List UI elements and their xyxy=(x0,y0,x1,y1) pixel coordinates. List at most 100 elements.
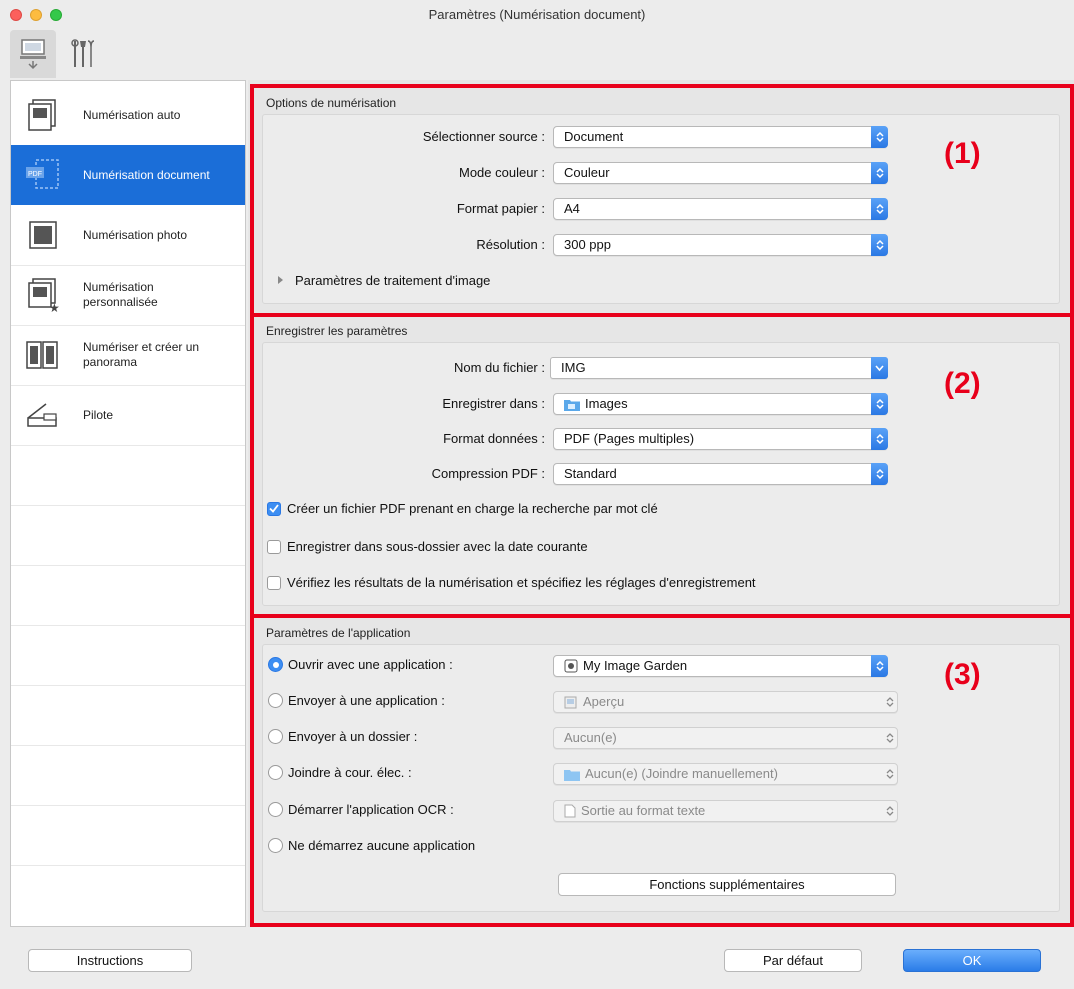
send-to-folder-value: Aucun(e) xyxy=(564,730,617,745)
updown-arrow-icon xyxy=(871,655,888,677)
folder-icon xyxy=(564,400,580,411)
filename-combo[interactable]: IMG xyxy=(550,357,888,379)
tab-scan-from-computer[interactable] xyxy=(10,30,56,78)
updown-arrow-icon xyxy=(871,428,888,450)
folder-icon xyxy=(564,770,580,781)
driver-icon xyxy=(21,395,65,435)
tab-general-settings[interactable] xyxy=(60,30,106,78)
image-garden-app-icon xyxy=(564,659,578,673)
sidebar-item-panorama[interactable]: Numériser et créer un panorama xyxy=(11,325,245,385)
sidebar-item-custom-scan[interactable]: ★ Numérisation personnalisée xyxy=(11,265,245,325)
checkmark-icon xyxy=(267,501,281,516)
title-bar: Paramètres (Numérisation document) xyxy=(0,0,1074,30)
zoom-window-button[interactable] xyxy=(50,9,62,21)
save-in-value: Images xyxy=(585,396,628,411)
start-ocr-radio[interactable]: Démarrer l'application OCR : xyxy=(268,802,454,817)
sidebar-item-document-scan[interactable]: PDF Numérisation document xyxy=(11,145,245,205)
section-title-application-settings: Paramètres de l'application xyxy=(266,626,411,640)
save-in-select[interactable]: Images xyxy=(553,393,888,415)
updown-arrow-icon xyxy=(881,763,898,785)
close-window-button[interactable] xyxy=(10,9,22,21)
send-to-folder-radio[interactable]: Envoyer à un dossier : xyxy=(268,729,417,744)
send-to-app-radio[interactable]: Envoyer à une application : xyxy=(268,693,445,708)
start-ocr-select[interactable]: Sortie au format texte xyxy=(553,800,898,822)
section-number-3: (3) xyxy=(944,658,981,691)
send-to-app-select[interactable]: Aperçu xyxy=(553,691,898,713)
updown-arrow-icon xyxy=(881,691,898,713)
send-to-app-label: Envoyer à une application : xyxy=(288,693,445,708)
section-title-save-settings: Enregistrer les paramètres xyxy=(266,324,408,338)
more-functions-button[interactable]: Fonctions supplémentaires xyxy=(558,873,896,896)
attach-email-value: Aucun(e) (Joindre manuellement) xyxy=(585,766,778,781)
updown-arrow-icon xyxy=(871,234,888,256)
updown-arrow-icon xyxy=(871,126,888,148)
sidebar-item-label: Numérisation personnalisée xyxy=(83,280,158,309)
instructions-button[interactable]: Instructions xyxy=(28,949,192,972)
source-value: Document xyxy=(564,129,624,144)
color-mode-label: Mode couleur : xyxy=(459,165,545,180)
sidebar-item-label: Numérisation document xyxy=(83,167,210,182)
image-processing-disclosure[interactable]: Paramètres de traitement d'image xyxy=(278,273,490,288)
date-subfolder-label: Enregistrer dans sous-dossier avec la da… xyxy=(287,539,588,554)
send-to-folder-select[interactable]: Aucun(e) xyxy=(553,727,898,749)
minimize-window-button[interactable] xyxy=(30,9,42,21)
preview-app-icon xyxy=(564,696,577,709)
image-processing-label: Paramètres de traitement d'image xyxy=(295,273,491,288)
color-mode-value: Couleur xyxy=(564,165,610,180)
keyword-search-pdf-checkbox[interactable]: Créer un fichier PDF prenant en charge l… xyxy=(267,501,658,516)
open-with-app-value: My Image Garden xyxy=(583,658,688,673)
defaults-button[interactable]: Par défaut xyxy=(724,949,862,972)
updown-arrow-icon xyxy=(871,162,888,184)
source-select[interactable]: Document xyxy=(553,126,888,148)
radio-dot xyxy=(268,729,283,744)
radio-dot xyxy=(268,838,283,853)
start-ocr-value: Sortie au format texte xyxy=(581,803,706,818)
checkbox-box xyxy=(267,539,281,554)
open-with-app-select[interactable]: My Image Garden xyxy=(553,655,888,677)
panorama-icon xyxy=(21,335,65,375)
sidebar-item-label: Numérisation photo xyxy=(83,227,188,242)
filename-label: Nom du fichier : xyxy=(453,360,545,375)
scan-mode-sidebar: Numérisation auto PDF Numérisation docum… xyxy=(10,80,246,927)
auto-scan-icon xyxy=(21,95,65,135)
photo-scan-icon xyxy=(21,215,65,255)
sidebar-item-auto-scan[interactable]: Numérisation auto xyxy=(11,85,245,145)
verify-results-label: Vérifiez les résultats de la numérisatio… xyxy=(287,575,756,590)
data-format-select[interactable]: PDF (Pages multiples) xyxy=(553,428,888,450)
sidebar-item-label: Pilote xyxy=(83,407,114,422)
ok-button[interactable]: OK xyxy=(903,949,1041,972)
window-title: Paramètres (Numérisation document) xyxy=(428,7,646,22)
sidebar-item-driver[interactable]: Pilote xyxy=(11,385,245,445)
paper-size-select[interactable]: A4 xyxy=(553,198,888,220)
sidebar-item-photo-scan[interactable]: Numérisation photo xyxy=(11,205,245,265)
resolution-value: 300 ppp xyxy=(564,237,611,252)
svg-text:PDF: PDF xyxy=(28,171,42,178)
document-scan-icon: PDF xyxy=(21,155,65,195)
attach-email-radio[interactable]: Joindre à cour. élec. : xyxy=(268,765,412,780)
radio-dot xyxy=(268,765,283,780)
updown-arrow-icon xyxy=(881,727,898,749)
updown-arrow-icon xyxy=(871,463,888,485)
svg-text:★: ★ xyxy=(49,301,60,313)
data-format-value: PDF (Pages multiples) xyxy=(564,431,695,446)
custom-scan-icon: ★ xyxy=(21,275,65,315)
resolution-select[interactable]: 300 ppp xyxy=(553,234,888,256)
no-app-radio[interactable]: Ne démarrez aucune application xyxy=(268,838,475,853)
computer-scan-icon xyxy=(20,39,46,70)
radio-dot xyxy=(268,693,283,708)
updown-arrow-icon xyxy=(871,393,888,415)
start-ocr-label: Démarrer l'application OCR : xyxy=(288,802,454,817)
open-with-app-radio[interactable]: Ouvrir avec une application : xyxy=(268,657,453,672)
section-number-1: (1) xyxy=(944,137,981,170)
color-mode-select[interactable]: Couleur xyxy=(553,162,888,184)
filename-value: IMG xyxy=(561,360,586,375)
no-app-label: Ne démarrez aucune application xyxy=(288,838,476,853)
attach-email-select[interactable]: Aucun(e) (Joindre manuellement) xyxy=(553,763,898,785)
send-to-app-value: Aperçu xyxy=(583,694,625,709)
verify-results-checkbox[interactable]: Vérifiez les résultats de la numérisatio… xyxy=(267,575,756,590)
pdf-compression-value: Standard xyxy=(564,466,617,481)
pdf-compression-select[interactable]: Standard xyxy=(553,463,888,485)
data-format-label: Format données : xyxy=(443,431,545,446)
updown-arrow-icon xyxy=(871,198,888,220)
date-subfolder-checkbox[interactable]: Enregistrer dans sous-dossier avec la da… xyxy=(267,539,588,554)
